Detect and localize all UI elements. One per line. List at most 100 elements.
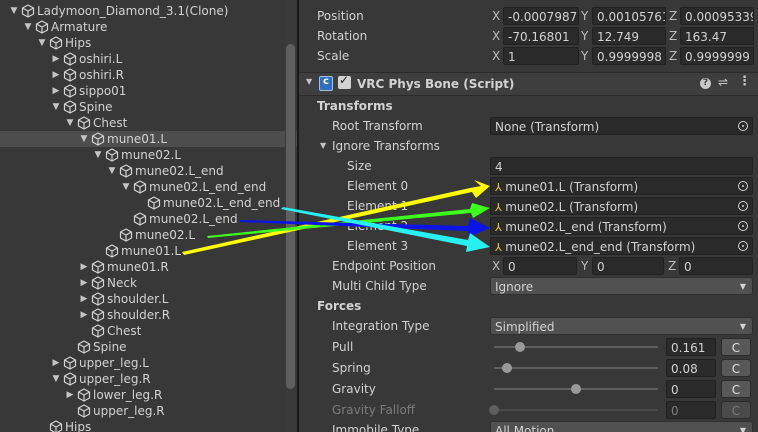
presets-icon[interactable]: ⇌ bbox=[718, 75, 728, 89]
ignore-element-field[interactable]: ⅄ mune02.L_end_end (Transform) bbox=[490, 237, 753, 255]
ignore-element-field[interactable]: ⅄ mune02.L_end (Transform) bbox=[490, 217, 753, 235]
hierarchy-row[interactable]: ▼ mune01.L bbox=[0, 131, 297, 147]
position-z-axis: Z bbox=[669, 9, 678, 23]
hierarchy-row[interactable]: ▶ sippo01 bbox=[0, 83, 297, 99]
hierarchy-row[interactable]: ▼ mune02.L_end bbox=[0, 163, 297, 179]
component-header[interactable]: ▼ c ✓ VRC Phys Bone (Script) ? ⇌ ⋮ bbox=[299, 72, 758, 96]
endpoint-z-field[interactable]: 0 bbox=[679, 257, 753, 275]
object-picker-icon[interactable] bbox=[738, 241, 748, 251]
object-picker-icon[interactable] bbox=[738, 221, 748, 231]
gravity-field[interactable]: 0 bbox=[666, 380, 716, 398]
scale-z-field[interactable]: 0.9999999 bbox=[680, 47, 754, 65]
ignore-element-field[interactable]: ⅄ mune01.L (Transform) bbox=[490, 177, 753, 195]
hierarchy-row[interactable]: ▼ Armature bbox=[0, 19, 297, 35]
foldout-expanded-icon[interactable]: ▼ bbox=[51, 99, 61, 115]
hierarchy-row[interactable]: mune01.L bbox=[0, 243, 297, 259]
foldout-expanded-icon[interactable]: ▼ bbox=[121, 179, 131, 195]
gravity-falloff-curve-button[interactable]: C bbox=[721, 401, 751, 419]
hierarchy-row-label: shoulder.R bbox=[107, 308, 171, 322]
hierarchy-row[interactable]: ▼ Ladymoon_Diamond_3.1(Clone) bbox=[0, 3, 297, 19]
ignore-element-field[interactable]: ⅄ mune02.L (Transform) bbox=[490, 197, 753, 215]
hierarchy-row[interactable]: ▼ Spine bbox=[0, 99, 297, 115]
pull-curve-button[interactable]: C bbox=[721, 338, 751, 356]
hierarchy-row[interactable]: Spine bbox=[0, 339, 297, 355]
hierarchy-row[interactable]: ▼ Chest bbox=[0, 115, 297, 131]
spring-slider-handle[interactable] bbox=[502, 363, 513, 373]
immobile-type-dropdown[interactable]: All Motion ▼ bbox=[490, 421, 753, 432]
position-x-field[interactable]: -0.0007987 bbox=[503, 7, 579, 25]
hierarchy-row[interactable]: ▶ mune01.R bbox=[0, 259, 297, 275]
foldout-expanded-icon[interactable]: ▼ bbox=[65, 115, 75, 131]
transform-icon: ⅄ bbox=[495, 221, 506, 234]
hierarchy-row[interactable]: ▶ oshiri.R bbox=[0, 67, 297, 83]
hierarchy-row[interactable]: ▼ upper_leg.R bbox=[0, 371, 297, 387]
foldout-collapsed-icon[interactable]: ▶ bbox=[79, 275, 89, 291]
hierarchy-row[interactable]: ▶ oshiri.L bbox=[0, 51, 297, 67]
object-picker-icon[interactable] bbox=[738, 201, 748, 211]
gameobject-icon bbox=[49, 420, 63, 432]
hierarchy-row[interactable]: ▼ mune02.L_end_end bbox=[0, 179, 297, 195]
foldout-expanded-icon[interactable]: ▼ bbox=[93, 147, 103, 163]
help-icon[interactable]: ? bbox=[700, 78, 711, 89]
hierarchy-row[interactable]: ▶ upper_leg.L bbox=[0, 355, 297, 371]
hierarchy-row[interactable]: Chest bbox=[0, 323, 297, 339]
hierarchy-scrollbar-thumb[interactable] bbox=[286, 44, 295, 389]
foldout-expanded-icon[interactable]: ▼ bbox=[23, 19, 33, 35]
rotation-z-field[interactable]: 163.47 bbox=[680, 27, 754, 45]
integration-type-dropdown[interactable]: Simplified ▼ bbox=[490, 317, 753, 335]
object-picker-icon[interactable] bbox=[738, 181, 748, 191]
gravity-falloff-field[interactable]: 0 bbox=[666, 401, 716, 419]
spring-field[interactable]: 0.08 bbox=[666, 359, 716, 377]
size-field[interactable]: 4 bbox=[490, 157, 753, 175]
scale-x-field[interactable]: 1 bbox=[503, 47, 579, 65]
object-picker-icon[interactable] bbox=[738, 121, 748, 131]
hierarchy-row[interactable]: ▶ shoulder.R bbox=[0, 307, 297, 323]
ignore-transforms-label[interactable]: Ignore Transforms bbox=[332, 137, 440, 155]
root-transform-field[interactable]: None (Transform) bbox=[490, 117, 753, 135]
hierarchy-row[interactable]: ▼ mune02.L bbox=[0, 147, 297, 163]
hierarchy-row[interactable]: ▼ Hips bbox=[0, 35, 297, 51]
component-enabled-checkbox[interactable]: ✓ bbox=[338, 73, 351, 89]
gravity-falloff-slider-handle[interactable] bbox=[489, 405, 499, 415]
foldout-expanded-icon[interactable]: ▼ bbox=[9, 3, 19, 19]
foldout-expanded-icon[interactable]: ▼ bbox=[79, 131, 89, 147]
component-foldout-icon[interactable]: ▼ bbox=[306, 77, 312, 86]
hierarchy-row[interactable]: mune02.L_end_end bbox=[0, 195, 297, 211]
hierarchy-row[interactable]: Hips bbox=[0, 419, 297, 432]
spring-curve-button[interactable]: C bbox=[721, 359, 751, 377]
multi-child-type-dropdown[interactable]: Ignore ▼ bbox=[490, 277, 753, 295]
endpoint-x-field[interactable]: 0 bbox=[503, 257, 577, 275]
scale-y-field[interactable]: 0.9999998 bbox=[592, 47, 666, 65]
foldout-expanded-icon[interactable]: ▼ bbox=[107, 163, 117, 179]
foldout-collapsed-icon[interactable]: ▶ bbox=[79, 307, 89, 323]
pull-slider-handle[interactable] bbox=[515, 342, 526, 352]
foldout-collapsed-icon[interactable]: ▶ bbox=[51, 67, 61, 83]
foldout-collapsed-icon[interactable]: ▶ bbox=[65, 387, 75, 403]
pull-field[interactable]: 0.161 bbox=[666, 338, 716, 356]
foldout-collapsed-icon[interactable]: ▶ bbox=[79, 291, 89, 307]
foldout-collapsed-icon[interactable]: ▶ bbox=[51, 83, 61, 99]
spring-slider-track[interactable] bbox=[494, 367, 658, 369]
foldout-collapsed-icon[interactable]: ▶ bbox=[51, 355, 61, 371]
foldout-collapsed-icon[interactable]: ▶ bbox=[79, 259, 89, 275]
hierarchy-row[interactable]: ▶ shoulder.L bbox=[0, 291, 297, 307]
ignore-transforms-foldout-icon[interactable]: ▼ bbox=[320, 141, 326, 150]
hierarchy-row[interactable]: upper_leg.R bbox=[0, 403, 297, 419]
gravity-curve-button[interactable]: C bbox=[721, 380, 751, 398]
position-z-field[interactable]: 0.00095339 bbox=[680, 7, 754, 25]
hierarchy-row[interactable]: mune02.L_end bbox=[0, 211, 297, 227]
endpoint-y-field[interactable]: 0 bbox=[592, 257, 664, 275]
foldout-expanded-icon[interactable]: ▼ bbox=[51, 371, 61, 387]
hierarchy-row[interactable]: ▶ lower_leg.R bbox=[0, 387, 297, 403]
rotation-y-field[interactable]: 12.749 bbox=[592, 27, 666, 45]
hierarchy-row[interactable]: mune02.L bbox=[0, 227, 297, 243]
gravity-falloff-slider-track[interactable] bbox=[494, 409, 658, 411]
rotation-x-field[interactable]: -70.16801 bbox=[503, 27, 579, 45]
position-y-field[interactable]: 0.00105761 bbox=[592, 7, 666, 25]
hierarchy-row[interactable]: ▶ Neck bbox=[0, 275, 297, 291]
gravity-slider-handle[interactable] bbox=[571, 384, 581, 394]
forces-section-header: Forces bbox=[317, 299, 362, 313]
foldout-expanded-icon[interactable]: ▼ bbox=[37, 35, 47, 51]
foldout-collapsed-icon[interactable]: ▶ bbox=[51, 51, 61, 67]
more-options-icon[interactable]: ⋮ bbox=[738, 74, 751, 89]
